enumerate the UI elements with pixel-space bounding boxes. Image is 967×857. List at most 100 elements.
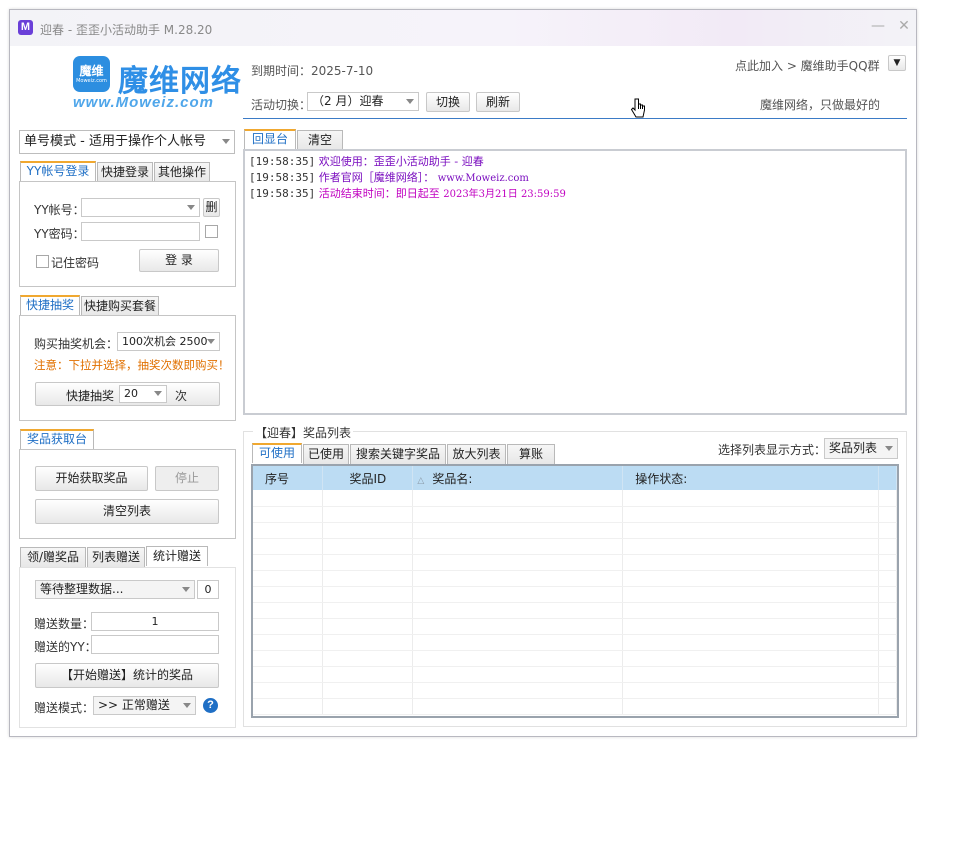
column-header-index[interactable]: 序号: [253, 466, 324, 490]
table-cell: [253, 650, 324, 667]
tab-gift-prize[interactable]: 领/赠奖品: [20, 547, 86, 567]
prize-fetch-panel: 开始获取奖品 停止 清空列表: [19, 449, 236, 539]
tab-quick-login[interactable]: 快捷登录: [97, 162, 153, 182]
password-field[interactable]: [81, 222, 200, 241]
table-cell: [253, 522, 324, 539]
start-gift-button[interactable]: 【开始赠送】统计的奖品: [35, 663, 219, 688]
chevron-down-icon: [154, 391, 162, 396]
activity-select[interactable]: （2 月）迎春: [307, 92, 419, 111]
table-cell: [253, 666, 324, 683]
stop-button[interactable]: 停止: [155, 466, 219, 491]
table-row[interactable]: [253, 666, 897, 683]
window-title: 迎春 - 歪歪小活动助手 M.28.20: [40, 23, 213, 37]
table-row[interactable]: [253, 522, 897, 539]
gift-quantity-field[interactable]: 1: [91, 612, 219, 631]
table-header-row: 序号 奖品ID △ 奖品名: 操作状态:: [253, 466, 897, 490]
tab-stat-gift[interactable]: 统计赠送: [146, 546, 208, 566]
chevron-down-icon: [885, 445, 893, 451]
table-cell: [253, 538, 324, 555]
tab-list-gift[interactable]: 列表赠送: [87, 547, 145, 567]
dropdown-icon[interactable]: ▼: [888, 55, 906, 71]
tab-enlarge-list[interactable]: 放大列表: [447, 444, 506, 464]
refresh-button[interactable]: 刷新: [476, 92, 520, 112]
table-cell: [412, 650, 624, 667]
tab-clear[interactable]: 清空: [297, 130, 343, 150]
table-row[interactable]: [253, 570, 897, 587]
buy-chances-select[interactable]: 100次机会 2500: [117, 332, 220, 351]
table-row[interactable]: [253, 682, 897, 699]
table-cell: [622, 682, 879, 699]
column-header-prize-name[interactable]: △ 奖品名:: [412, 466, 624, 490]
table-cell: [322, 698, 414, 715]
account-select[interactable]: [81, 198, 200, 217]
hand-cursor-icon: [630, 98, 645, 118]
log-text: 活动结束时间：即日起至: [318, 187, 444, 200]
table-cell: [878, 506, 897, 523]
show-password-checkbox[interactable]: [205, 225, 218, 238]
tab-other-ops[interactable]: 其他操作: [154, 162, 210, 182]
draw-count-select[interactable]: 20: [119, 385, 167, 403]
table-cell: [412, 682, 624, 699]
delete-account-button[interactable]: 删: [203, 198, 220, 217]
table-row[interactable]: [253, 650, 897, 667]
table-row[interactable]: [253, 618, 897, 635]
tab-prize-fetch[interactable]: 奖品获取台: [20, 429, 94, 449]
log-text: 作者官网［魔维网络］：: [318, 171, 435, 184]
table-cell: [622, 666, 879, 683]
logo-icon-text: 魔维: [79, 64, 104, 78]
help-icon[interactable]: ?: [203, 698, 218, 713]
login-button[interactable]: 登 录: [139, 249, 219, 272]
table-cell: [322, 554, 414, 571]
column-header-prize-id[interactable]: 奖品ID: [322, 466, 414, 490]
console-log: [19:58:35] 欢迎使用：歪歪小活动助手 - 迎春 [19:58:35] …: [243, 149, 907, 415]
gift-status-select[interactable]: 等待整理数据...: [35, 580, 195, 599]
table-cell: [622, 634, 879, 651]
gift-target-label: 赠送的YY：: [34, 640, 97, 654]
table-cell: [412, 586, 624, 603]
table-row[interactable]: [253, 554, 897, 571]
tab-used[interactable]: 已使用: [303, 444, 349, 464]
gift-target-field[interactable]: [91, 635, 219, 654]
column-header-filler: [878, 466, 897, 490]
close-icon[interactable]: ✕: [894, 16, 914, 36]
remember-password-checkbox[interactable]: [36, 255, 49, 268]
qq-group-link[interactable]: 点此加入 > 魔维助手QQ群: [735, 57, 880, 74]
table-cell: [253, 602, 324, 619]
minimize-icon[interactable]: —: [868, 16, 888, 36]
table-cell: [253, 682, 324, 699]
table-cell: [322, 490, 414, 507]
column-header-status[interactable]: 操作状态:: [622, 466, 879, 490]
display-mode-label: 选择列表显示方式：: [718, 443, 827, 457]
log-time: [19:58:35]: [249, 171, 316, 184]
table-cell: [878, 682, 897, 699]
table-row[interactable]: [253, 538, 897, 555]
tab-yy-login[interactable]: YY帐号登录: [20, 161, 96, 181]
display-mode-select[interactable]: 奖品列表: [824, 438, 898, 459]
table-row[interactable]: [253, 490, 897, 507]
gift-mode-label: 赠送模式：: [34, 701, 95, 715]
table-cell: [412, 618, 624, 635]
prize-table: 序号 奖品ID △ 奖品名: 操作状态:: [251, 464, 899, 718]
switch-button[interactable]: 切换: [426, 92, 470, 112]
mode-select[interactable]: 单号模式 - 适用于操作个人帐号: [19, 130, 235, 154]
table-cell: [412, 538, 624, 555]
tab-accounting[interactable]: 算账: [507, 444, 555, 464]
gift-mode-select[interactable]: >> 正常赠送: [93, 696, 196, 715]
table-row[interactable]: [253, 586, 897, 603]
tab-quick-lottery[interactable]: 快捷抽奖: [20, 295, 80, 315]
chevron-down-icon: [183, 702, 191, 708]
table-row[interactable]: [253, 602, 897, 619]
log-url[interactable]: www.Moweiz.com: [438, 173, 529, 184]
tab-quick-package[interactable]: 快捷购买套餐: [81, 296, 159, 316]
tab-usable[interactable]: 可使用: [252, 443, 302, 463]
table-cell: [322, 586, 414, 603]
table-row[interactable]: [253, 634, 897, 651]
clear-list-button[interactable]: 清空列表: [35, 499, 219, 524]
table-row[interactable]: [253, 506, 897, 523]
chevron-down-icon: [406, 98, 414, 104]
tab-console[interactable]: 回显台: [244, 129, 296, 149]
start-fetch-button[interactable]: 开始获取奖品: [35, 466, 148, 491]
table-cell: [622, 650, 879, 667]
tab-search-keyword[interactable]: 搜索关键字奖品: [350, 444, 446, 464]
table-row[interactable]: [253, 698, 897, 715]
